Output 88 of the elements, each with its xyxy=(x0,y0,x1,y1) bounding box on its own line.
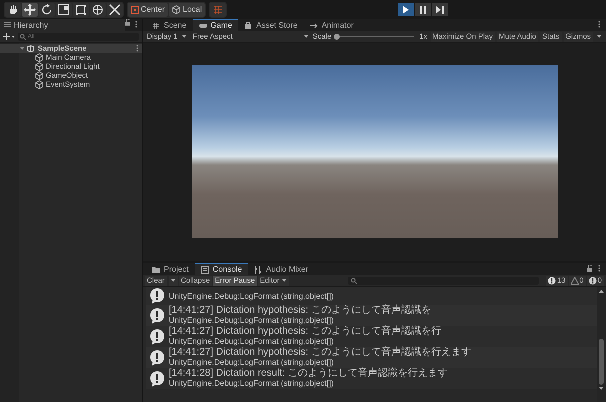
move-icon xyxy=(24,4,36,16)
lock-icon xyxy=(587,265,593,272)
rotate-icon xyxy=(41,4,53,16)
mixer-icon xyxy=(254,266,264,274)
tool-button[interactable] xyxy=(56,2,72,16)
view-tab[interactable]: Asset Store xyxy=(238,19,304,31)
log-stack-trace: UnityEngine.Debug:LogFormat (string,object[]) xyxy=(169,316,335,325)
search-icon xyxy=(351,278,358,284)
clear-options-button[interactable] xyxy=(168,276,178,286)
pause-icon xyxy=(417,4,429,16)
bag-icon xyxy=(244,22,254,30)
more-icon xyxy=(597,21,602,28)
error-icon xyxy=(588,276,597,284)
add-button[interactable] xyxy=(3,33,15,40)
info-message-icon xyxy=(150,370,165,386)
info-icon xyxy=(548,276,556,284)
list-icon xyxy=(4,22,11,28)
scroll-up-icon xyxy=(599,290,604,293)
tool-button[interactable] xyxy=(5,2,21,16)
log-message: [14:41:27] Dictation hypothesis: このようにして音声認識を行えます xyxy=(169,348,472,358)
tool-button[interactable] xyxy=(73,2,89,16)
view-tab[interactable]: Animator xyxy=(304,19,360,31)
gamepad-icon xyxy=(198,22,208,30)
more-icon xyxy=(597,265,602,272)
pivot-center-icon xyxy=(131,6,139,14)
caret-icon xyxy=(282,278,287,282)
snap-button[interactable] xyxy=(210,2,226,16)
pivot-button[interactable]: Local xyxy=(169,2,206,16)
tools-icon xyxy=(109,4,121,16)
log-entry[interactable]: [14:41:27] Dictation hypothesis: このようにして音声認識を UnityEngine.Debug:LogFormat (string,object[]) xyxy=(146,305,597,326)
cube-icon xyxy=(35,52,44,62)
hand-icon xyxy=(7,4,19,16)
pause-button[interactable] xyxy=(415,3,431,16)
cube-icon xyxy=(172,4,182,14)
rect-tool-icon xyxy=(75,4,87,16)
folder-icon xyxy=(152,266,161,274)
play-button[interactable] xyxy=(398,3,414,16)
cube-icon xyxy=(35,70,44,80)
panel-tab[interactable]: Project xyxy=(146,263,195,275)
warning-icon xyxy=(570,276,579,284)
panel-tab[interactable]: Audio Mixer xyxy=(248,263,315,275)
log-message: [14:41:28] Dictation result: このようにして音声認識を行えます xyxy=(169,369,448,379)
animator-icon xyxy=(310,22,319,30)
info-message-icon xyxy=(150,350,165,366)
caret-icon xyxy=(170,278,176,282)
step-button[interactable] xyxy=(432,3,448,16)
log-entry[interactable]: [14:41:27] Dictation hypothesis: このようにして音声認識を行 UnityEngine.Debug:LogFormat (string,object[]) xyxy=(146,326,597,347)
log-message: [14:41:27] Dictation hypothesis: このようにして音声認識を行 xyxy=(169,327,442,337)
info-message-icon xyxy=(150,308,165,324)
transform-icon xyxy=(92,4,104,16)
view-tab[interactable]: Game xyxy=(192,19,238,31)
scene-icon xyxy=(27,44,36,52)
view-tab[interactable]: Scene xyxy=(146,19,193,31)
log-entry[interactable]: [14:41:28] Dictation result: このようにして音声認識を行えます UnityEngine.Debug:LogFormat (string,object[]) xyxy=(146,368,597,389)
info-message-icon xyxy=(150,328,165,344)
caret-icon xyxy=(182,34,187,38)
caret-icon xyxy=(597,34,602,38)
log-stack-trace: UnityEngine.Debug:LogFormat (string,object[]) xyxy=(169,379,335,388)
tool-button[interactable] xyxy=(39,2,55,16)
tool-button[interactable] xyxy=(22,2,38,16)
console-search-field[interactable] xyxy=(348,276,540,284)
cube-icon xyxy=(35,80,44,90)
grid-snap-icon xyxy=(213,4,224,14)
tool-button[interactable] xyxy=(107,2,123,16)
grid-icon xyxy=(152,22,161,30)
pivot-button[interactable]: Center xyxy=(128,2,168,16)
log-message: [14:41:27] Dictation hypothesis: このようにして音声認識を xyxy=(169,306,432,316)
scale-icon xyxy=(58,4,70,16)
info-message-icon xyxy=(150,288,165,304)
log-entry[interactable]: UnityEngine.Debug:LogFormat (string,object[]) xyxy=(146,287,597,305)
more-icon xyxy=(134,21,139,28)
cube-icon xyxy=(35,62,44,72)
step-icon xyxy=(434,4,446,16)
caret-icon xyxy=(304,34,309,38)
log-entry[interactable]: [14:41:27] Dictation hypothesis: このようにして音声認識を行えます UnityEngine.Debug:LogFormat (string,object[]) xyxy=(146,347,597,368)
log-stack-trace: UnityEngine.Debug:LogFormat (string,object[]) xyxy=(169,292,334,300)
tool-button[interactable] xyxy=(90,2,106,16)
search-icon xyxy=(20,34,26,40)
scale-slider[interactable] xyxy=(334,32,414,40)
scroll-down-icon xyxy=(599,387,604,390)
hierarchy-tab[interactable]: Hierarchy xyxy=(0,19,126,31)
console-icon xyxy=(200,266,210,274)
more-icon xyxy=(136,45,139,52)
log-stack-trace: UnityEngine.Debug:LogFormat (string,object[]) xyxy=(169,358,335,367)
plus-icon xyxy=(3,33,15,40)
panel-tab[interactable]: Console xyxy=(194,263,248,275)
lock-icon xyxy=(125,19,132,26)
log-stack-trace: UnityEngine.Debug:LogFormat (string,object[]) xyxy=(169,337,335,346)
